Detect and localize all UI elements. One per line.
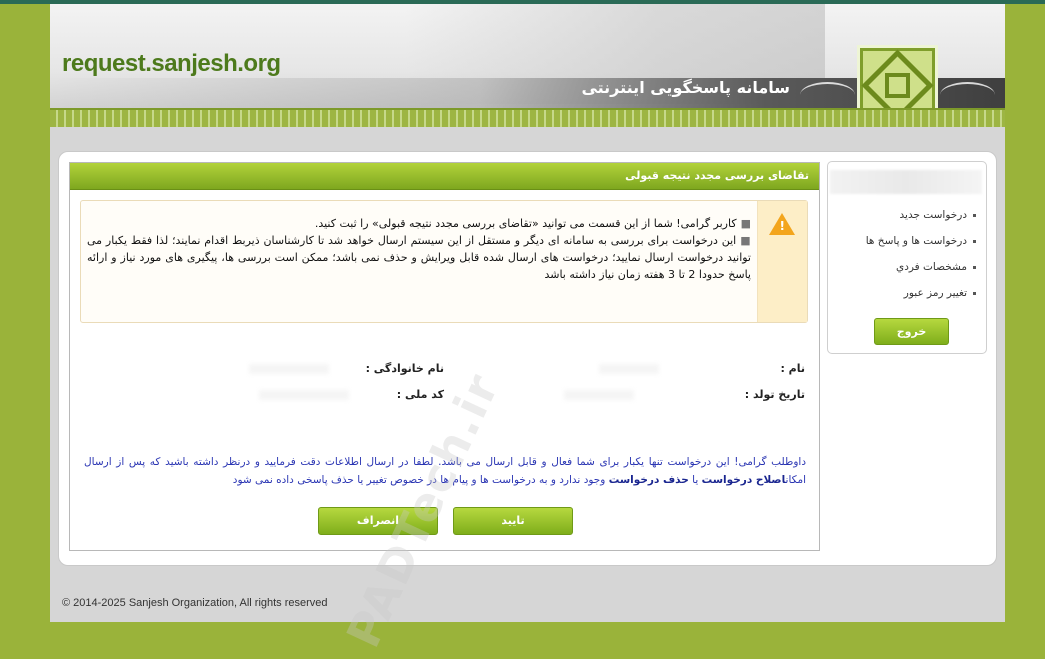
birth-date-value-blurred — [564, 390, 634, 400]
site-url-logo: request.sanjesh.org — [62, 50, 281, 77]
user-info-blurred — [830, 170, 982, 194]
info-text-2: یا — [688, 474, 702, 486]
system-title: سامانه پاسخگویی اینترنتی — [581, 78, 790, 97]
sidebar-item-label: درخواست ها و پاسخ ها — [865, 235, 967, 247]
national-id-label: کد ملی : — [396, 388, 444, 401]
info-bold-edit: اصلاح درخواست — [701, 474, 786, 486]
sidebar-list: درخواست جدید درخواست ها و پاسخ ها مشخصات… — [866, 206, 976, 310]
family-name-label: نام خانوادگی : — [365, 362, 444, 375]
notice-icon-area: ! — [757, 201, 807, 322]
panel-title-bar: تقاضای بررسی مجدد نتیجه قبولی — [70, 163, 819, 190]
site-header: request.sanjesh.org سامانه پاسخگویی اینت… — [50, 4, 1005, 127]
name-label: نام : — [780, 362, 805, 375]
national-id-value-blurred — [259, 390, 349, 400]
sidebar-item-profile[interactable]: مشخصات فردي — [866, 258, 976, 284]
main-panel: تقاضای بررسی مجدد نتیجه قبولی ! ■کاربر گ… — [69, 162, 820, 655]
footer-copyright: © 2014-2025 Sanjesh Organization, All ri… — [62, 597, 328, 609]
sidebar-item-label: مشخصات فردي — [895, 261, 967, 273]
notice-box: ! ■کاربر گرامی! شما از این قسمت می توانی… — [80, 200, 808, 323]
name-value-blurred — [599, 364, 659, 374]
page-container: request.sanjesh.org سامانه پاسخگویی اینت… — [50, 4, 1005, 655]
page-title: تقاضای بررسی مجدد نتیجه قبولی — [625, 169, 809, 182]
header-pattern-band — [50, 108, 1005, 127]
ornament-left — [800, 82, 855, 108]
sidebar-item-label: درخواست جدید — [899, 209, 967, 221]
sidebar-item-label: تغيير رمز عبور — [903, 287, 967, 299]
sidebar-item-requests-and-answers[interactable]: درخواست ها و پاسخ ها — [866, 232, 976, 258]
birth-date-label: تاریخ تولد : — [744, 388, 805, 401]
warning-exclamation: ! — [779, 219, 785, 233]
info-bold-delete: حذف درخواست — [608, 474, 689, 486]
ornament-right — [940, 82, 995, 108]
sidebar-menu: درخواست جدید درخواست ها و پاسخ ها مشخصات… — [827, 161, 987, 354]
notice-line-2: این درخواست برای بررسی به سامانه ای دیگر… — [87, 234, 751, 281]
confirm-button[interactable]: تایید — [453, 507, 573, 535]
notice-line-1: کاربر گرامی! شما از این قسمت می توانید «… — [314, 217, 737, 230]
content-card: درخواست جدید درخواست ها و پاسخ ها مشخصات… — [58, 151, 997, 655]
notice-text: ■کاربر گرامی! شما از این قسمت می توانید … — [87, 217, 751, 281]
family-name-value-blurred — [249, 364, 329, 374]
sidebar-item-new-request[interactable]: درخواست جدید — [866, 206, 976, 232]
sidebar-item-change-password[interactable]: تغيير رمز عبور — [866, 284, 976, 310]
logout-button[interactable]: خروج — [874, 318, 949, 345]
